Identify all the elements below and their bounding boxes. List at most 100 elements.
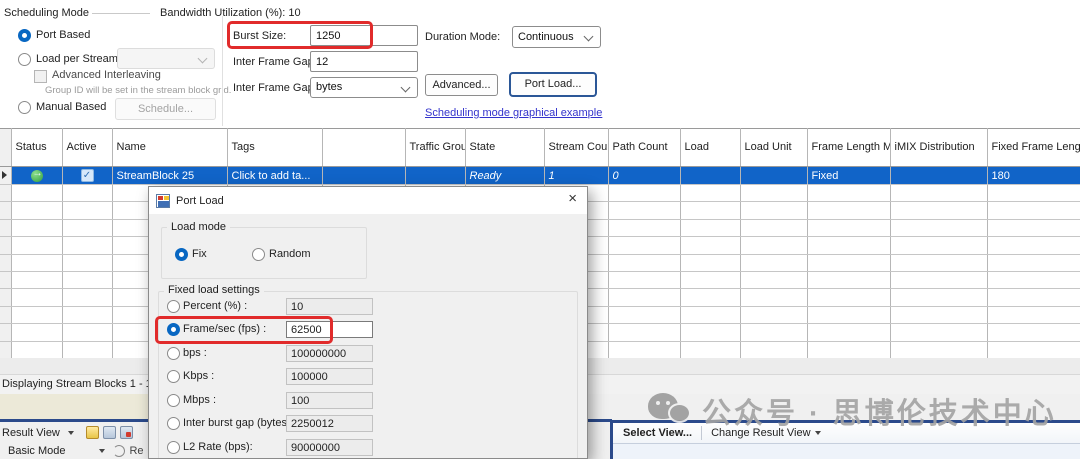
percent-radio[interactable] <box>167 300 180 313</box>
select-view-button[interactable]: Select View... <box>623 427 692 439</box>
col-imix-distribution[interactable]: iMIX Distribution <box>890 129 987 167</box>
port-based-label: Port Based <box>36 29 90 41</box>
new-result-view-icon[interactable] <box>86 426 99 439</box>
duration-mode-select[interactable]: Continuous <box>512 26 601 48</box>
chevron-down-icon <box>584 32 594 42</box>
l2-rate-radio[interactable] <box>167 441 180 454</box>
duration-mode-value: Continuous <box>518 31 574 43</box>
load-cell[interactable] <box>680 167 740 185</box>
chevron-down-icon[interactable] <box>68 431 74 435</box>
inter-frame-gap-label: Inter Frame Gap: <box>233 56 317 68</box>
burst-size-input[interactable] <box>310 25 418 46</box>
name-cell[interactable]: StreamBlock 25 <box>112 167 227 185</box>
frames-per-sec-label: Frame/sec (fps) : <box>183 323 266 335</box>
schedule-button[interactable]: Schedule... <box>115 98 216 120</box>
result-grid-icon[interactable] <box>103 426 116 439</box>
kbps-label: Kbps : <box>183 370 214 382</box>
scheduling-panel: Scheduling Mode Port Based Load per Stre… <box>0 0 1080 128</box>
mbps-input[interactable] <box>286 392 373 409</box>
mbps-radio[interactable] <box>167 394 180 407</box>
col-traffic-group[interactable]: Traffic Group <box>405 129 465 167</box>
bps-radio[interactable] <box>167 347 180 360</box>
result-view-label[interactable]: Result View <box>2 427 60 439</box>
col-status[interactable]: Status <box>11 129 62 167</box>
kbps-radio[interactable] <box>167 370 180 383</box>
load-per-stream-dropdown[interactable] <box>117 48 215 69</box>
dialog-title: Port Load <box>176 195 224 207</box>
row-selector[interactable] <box>0 167 11 185</box>
l2-rate-input[interactable] <box>286 439 373 456</box>
divider <box>92 13 150 14</box>
col-tags[interactable]: Tags <box>227 129 322 167</box>
grid-header-row: Status Active Name Tags Traffic Group St… <box>0 129 1080 167</box>
inter-burst-gap-input[interactable] <box>286 415 373 432</box>
inter-burst-gap-radio[interactable] <box>167 417 180 430</box>
tags-cell[interactable]: Click to add ta... <box>227 167 322 185</box>
load-unit-cell[interactable] <box>740 167 807 185</box>
fix-radio[interactable] <box>175 248 188 261</box>
lower-strip-left <box>0 394 148 420</box>
port-load-button[interactable]: Port Load... <box>509 72 597 97</box>
result-view-panel: Select View... Change Result View <box>610 420 1080 459</box>
result-grid-red-icon[interactable] <box>120 426 133 439</box>
active-cell[interactable]: ✓ <box>62 167 112 185</box>
kbps-input[interactable] <box>286 368 373 385</box>
col-stream-count[interactable]: Stream Count <box>544 129 608 167</box>
col-unnamed[interactable] <box>322 129 405 167</box>
fixed-frame-length-cell[interactable]: 180 <box>987 167 1080 185</box>
row-arrow-icon <box>2 171 7 179</box>
col-path-count[interactable]: Path Count <box>608 129 680 167</box>
status-cell <box>11 167 62 185</box>
col-frame-length-mode[interactable]: Frame Length Mode <box>807 129 890 167</box>
fixed-load-group-label: Fixed load settings <box>164 284 264 296</box>
col-name[interactable]: Name <box>112 129 227 167</box>
inter-frame-gap-unit-select[interactable]: bytes <box>310 77 418 98</box>
random-radio[interactable] <box>252 248 265 261</box>
group-id-note: Group ID will be set in the stream block… <box>45 85 231 96</box>
frame-length-mode-cell[interactable]: Fixed <box>807 167 890 185</box>
manual-based-radio[interactable] <box>18 101 31 114</box>
frames-per-sec-input[interactable] <box>286 321 373 338</box>
advanced-interleaving-checkbox[interactable] <box>34 70 47 83</box>
scheduling-mode-title: Scheduling Mode <box>4 7 89 19</box>
duration-mode-label: Duration Mode: <box>425 31 500 43</box>
inter-frame-gap-unit-value: bytes <box>316 81 342 93</box>
dialog-title-bar[interactable]: Port Load × <box>149 187 587 214</box>
col-load[interactable]: Load <box>680 129 740 167</box>
random-label: Random <box>269 248 311 260</box>
burst-size-label: Burst Size: <box>233 30 286 42</box>
path-count-cell: 0 <box>608 167 680 185</box>
bandwidth-utilization-label: Bandwidth Utilization (%): 10 <box>160 7 301 19</box>
scheduling-example-link[interactable]: Scheduling mode graphical example <box>425 107 602 119</box>
inter-burst-gap-label: Inter burst gap (bytes) : <box>183 417 297 429</box>
col-fixed-frame-length[interactable]: Fixed Frame Length <box>987 129 1080 167</box>
inter-frame-gap-input[interactable] <box>310 51 418 72</box>
bps-input[interactable] <box>286 345 373 362</box>
divider <box>222 16 223 126</box>
advanced-interleaving-label: Advanced Interleaving <box>52 69 161 81</box>
l2-rate-label: L2 Rate (bps): <box>183 441 253 453</box>
load-per-stream-block-radio[interactable] <box>18 53 31 66</box>
chevron-down-icon[interactable] <box>99 449 105 453</box>
lower-strip-right <box>588 394 1080 420</box>
basic-mode-select[interactable]: Basic Mode <box>8 445 65 457</box>
active-checkbox[interactable]: ✓ <box>81 169 94 182</box>
port-load-dialog: Port Load × Load mode Fix Random Fixed l… <box>148 186 588 459</box>
stream-count-cell: 1 <box>544 167 608 185</box>
load-mode-group-label: Load mode <box>167 221 230 233</box>
port-based-radio[interactable] <box>18 29 31 42</box>
table-row-streamblock-25[interactable]: ✓ StreamBlock 25 Click to add ta... Read… <box>0 167 1080 185</box>
frames-per-sec-radio[interactable] <box>167 323 180 336</box>
chevron-down-icon <box>401 83 411 93</box>
close-icon[interactable]: × <box>568 191 577 206</box>
chevron-down-icon <box>198 54 208 64</box>
imix-cell[interactable] <box>890 167 987 185</box>
refresh-icon[interactable] <box>113 445 125 457</box>
change-result-view-button[interactable]: Change Result View <box>711 427 810 439</box>
col-state[interactable]: State <box>465 129 544 167</box>
percent-input[interactable] <box>286 298 373 315</box>
chevron-down-icon[interactable] <box>815 431 821 435</box>
col-active[interactable]: Active <box>62 129 112 167</box>
advanced-button[interactable]: Advanced... <box>425 74 498 96</box>
col-load-unit[interactable]: Load Unit <box>740 129 807 167</box>
